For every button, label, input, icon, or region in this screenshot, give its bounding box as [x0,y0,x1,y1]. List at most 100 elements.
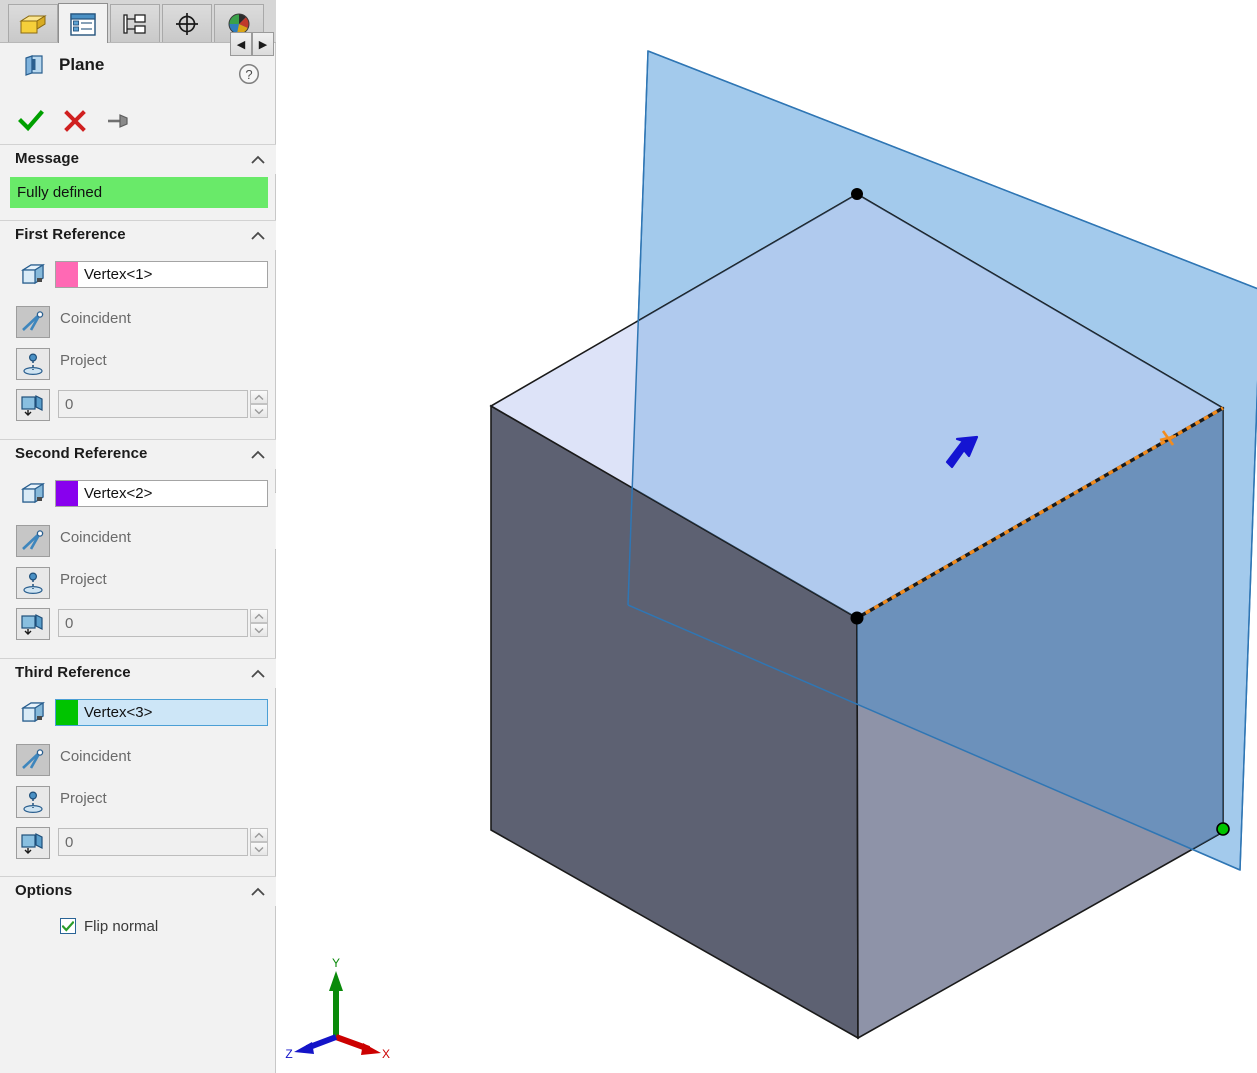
chevron-up-icon[interactable] [250,228,266,244]
flip-normal-checkbox[interactable] [60,918,76,934]
section-header-message[interactable]: Message [0,144,276,174]
triad-z-arrowhead [294,1042,314,1054]
triad-z-label: Z [285,1047,292,1060]
third-reference-color-swatch [56,700,78,725]
dimxpert-icon [176,12,198,35]
third-reference-offset-spinner[interactable] [250,828,268,856]
third-reference-offset-input[interactable]: 0 [58,828,248,856]
first-reference-projection-label: Project [60,352,107,369]
first-reference-offset-input[interactable]: 0 [58,390,248,418]
offset-distance-icon [16,827,50,859]
spinner-down-button[interactable] [250,842,268,856]
project-icon [16,786,50,818]
chevron-up-icon[interactable] [250,884,266,900]
third-reference-offset-row: 0 [0,826,276,862]
spinner-down-button[interactable] [250,404,268,418]
third-reference-constraint-label: Coincident [60,748,131,765]
graphics-viewport[interactable]: Y X Z [276,0,1257,1073]
panel-action-row [0,103,276,139]
section-header-third-reference[interactable]: Third Reference [0,658,276,688]
coincident-icon [16,744,50,776]
first-reference-field[interactable]: Vertex<1> [55,261,268,288]
plane-icon [25,55,43,76]
reference-entity-cube-icon [20,482,46,504]
chevron-up-icon[interactable] [250,447,266,463]
tab-feature-manager-tree[interactable] [8,4,58,42]
tab-scroll-next-button[interactable]: ▶ [252,32,274,56]
coincident-icon [16,525,50,557]
section-title-first-reference: First Reference [15,226,126,243]
close-x-icon [64,110,86,132]
cancel-button[interactable] [58,106,92,136]
third-reference-projection-label: Project [60,790,107,807]
first-reference-projection-row[interactable]: Project [0,347,276,383]
configuration-manager-icon [123,13,146,34]
tab-configuration-manager[interactable] [110,4,160,42]
flip-normal-row[interactable]: Flip normal [0,912,276,940]
first-reference-constraint-row[interactable]: Coincident [0,305,276,341]
reference-entity-cube-icon [20,701,46,723]
yellow-block-icon [19,14,47,33]
section-header-first-reference[interactable]: First Reference [0,220,276,250]
tab-scroll-prev-button[interactable]: ◀ [230,32,252,56]
coincident-icon [16,306,50,338]
second-reference-field[interactable]: Vertex<2> [55,480,268,507]
page-title: Plane [59,55,105,74]
second-reference-value: Vertex<2> [84,485,153,502]
second-reference-selection-row: Vertex<2> [0,477,276,511]
section-title-options: Options [15,882,73,899]
third-reference-selection-row: Vertex<3> [0,696,276,730]
tab-dimxpert-manager[interactable] [162,4,212,42]
chevron-up-icon[interactable] [250,152,266,168]
section-header-second-reference[interactable]: Second Reference [0,439,276,469]
first-reference-offset-row: 0 [0,388,276,424]
section-title-third-reference: Third Reference [15,664,131,681]
reference-entity-cube-icon [20,263,46,285]
section-header-options[interactable]: Options [0,876,276,906]
third-reference-value: Vertex<3> [84,704,153,721]
spinner-up-button[interactable] [250,390,268,404]
checkmark-icon [62,920,74,932]
spinner-up-button[interactable] [250,609,268,623]
triad-x-arrowhead [361,1043,381,1055]
second-reference-offset-input[interactable]: 0 [58,609,248,637]
solidworks-window: ◀ ▶ Plane ? Message Fully defined First … [0,0,1257,1073]
second-reference-projection-row[interactable]: Project [0,566,276,602]
first-reference-value: Vertex<1> [84,266,153,283]
third-reference-field[interactable]: Vertex<3> [55,699,268,726]
second-reference-offset-spinner[interactable] [250,609,268,637]
first-reference-constraint-label: Coincident [60,310,131,327]
offset-distance-icon [16,389,50,421]
property-manager-icon [70,12,96,36]
triad-x-label: X [382,1047,390,1060]
ok-button[interactable] [14,106,48,136]
project-icon [16,348,50,380]
chevron-up-icon[interactable] [250,666,266,682]
third-reference-constraint-row[interactable]: Coincident [0,743,276,779]
triad-y-label: Y [332,956,340,970]
coordinate-triad: Y X Z [285,956,390,1060]
checkmark-icon [18,110,44,132]
vertex-marker-3-selected[interactable] [1216,822,1230,836]
vertex-marker-2[interactable] [850,611,864,625]
tab-scroll-arrows: ◀ ▶ [230,32,274,56]
first-reference-color-swatch [56,262,78,287]
triad-y-arrowhead [329,971,343,991]
property-manager-panel: ◀ ▶ Plane ? Message Fully defined First … [0,0,286,1073]
offset-distance-icon [16,608,50,640]
spinner-up-button[interactable] [250,828,268,842]
second-reference-constraint-row[interactable]: Coincident [0,524,276,560]
keep-visible-pin-button[interactable] [102,106,136,136]
first-reference-offset-spinner[interactable] [250,390,268,418]
flip-normal-label: Flip normal [84,917,159,935]
first-reference-selection-row: Vertex<1> [0,258,276,292]
3d-model-scene [489,49,1257,1040]
help-icon[interactable]: ? [238,63,260,85]
manager-tab-strip: ◀ ▶ [0,0,276,56]
vertex-marker-1[interactable] [851,188,863,200]
section-title-second-reference: Second Reference [15,445,148,462]
second-reference-constraint-label: Coincident [60,529,131,546]
tab-property-manager[interactable] [58,3,108,43]
third-reference-projection-row[interactable]: Project [0,785,276,821]
spinner-down-button[interactable] [250,623,268,637]
